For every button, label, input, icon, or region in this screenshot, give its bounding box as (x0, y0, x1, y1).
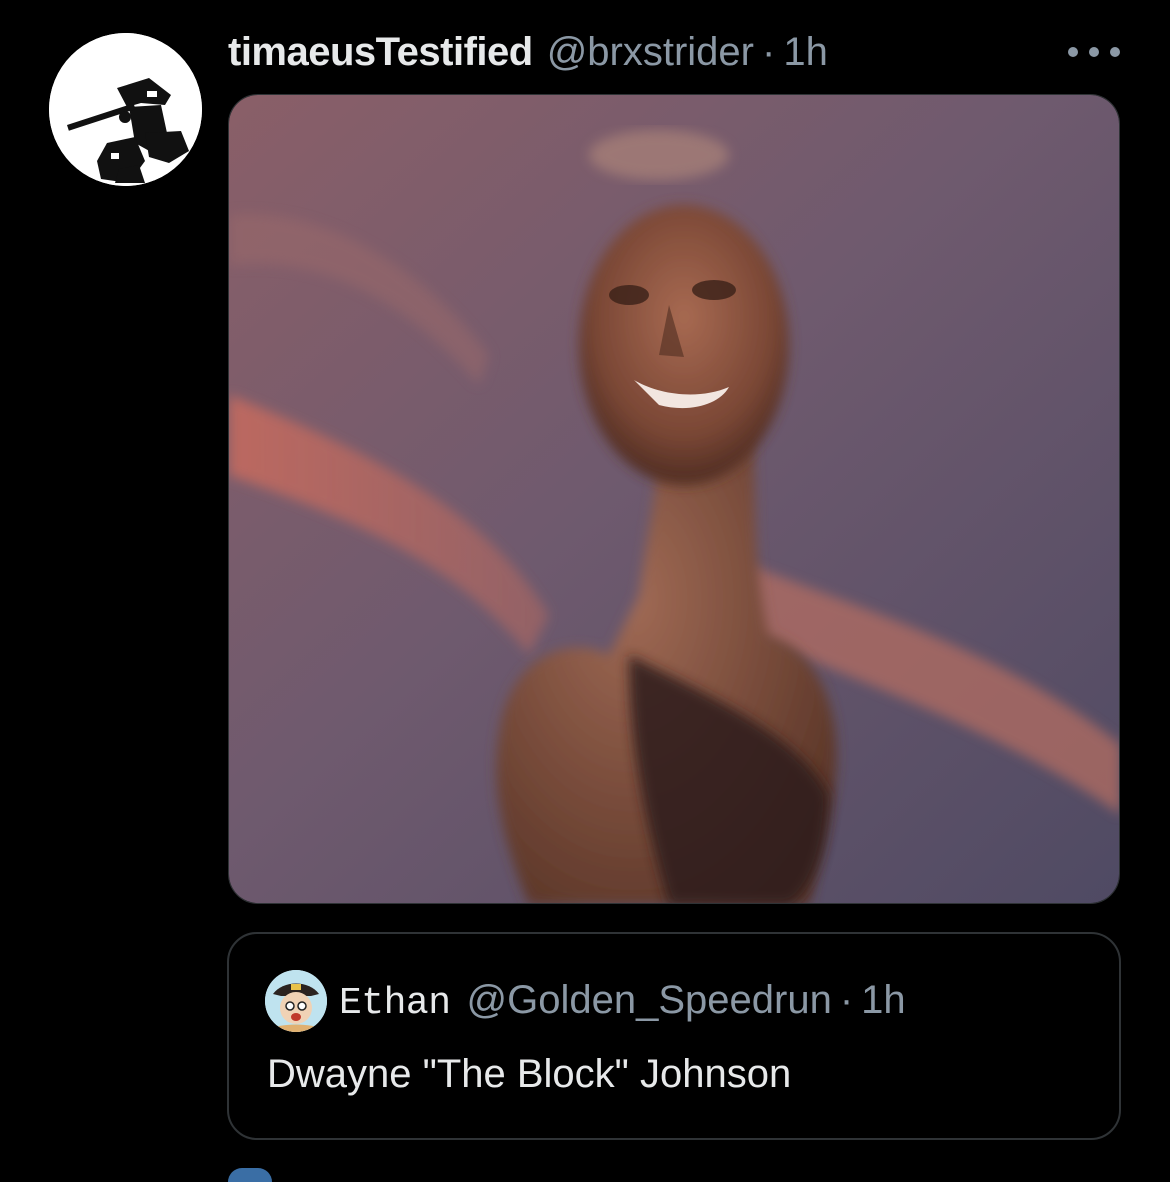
quoted-author-display-name[interactable]: Ethan (339, 982, 451, 1025)
more-dot-icon (1110, 47, 1120, 57)
more-dot-icon (1068, 47, 1078, 57)
author-display-name[interactable]: timaeusTestified (228, 30, 533, 75)
tweet-timestamp[interactable]: 1h (783, 30, 828, 75)
quoted-author-avatar[interactable] (265, 970, 327, 1032)
separator-dot: · (839, 978, 854, 1022)
more-dot-icon (1089, 47, 1099, 57)
author-avatar[interactable] (49, 33, 202, 186)
quoted-author-handle[interactable]: @Golden_Speedrun (467, 978, 832, 1023)
quoted-avatar-image (265, 970, 327, 1032)
separator-dot: · (762, 30, 776, 74)
author-handle[interactable]: @brxstrider (547, 30, 754, 75)
avatar-image (49, 33, 202, 186)
tweet-header: timaeusTestified @brxstrider · 1h (228, 30, 828, 78)
quoted-tweet[interactable]: Ethan @Golden_Speedrun · 1h Dwayne "The … (227, 932, 1121, 1140)
tweet[interactable]: timaeusTestified @brxstrider · 1h Ethan … (0, 0, 1170, 1182)
tweet-media-photo[interactable] (228, 94, 1120, 904)
quoted-tweet-timestamp[interactable]: 1h (861, 978, 906, 1023)
photo-image (229, 95, 1119, 903)
next-tweet-avatar[interactable] (228, 1168, 272, 1182)
more-options-button[interactable] (1068, 40, 1120, 64)
quoted-tweet-header: Ethan @Golden_Speedrun · 1h (339, 978, 906, 1025)
quoted-tweet-text: Dwayne "The Block" Johnson (267, 1052, 792, 1096)
